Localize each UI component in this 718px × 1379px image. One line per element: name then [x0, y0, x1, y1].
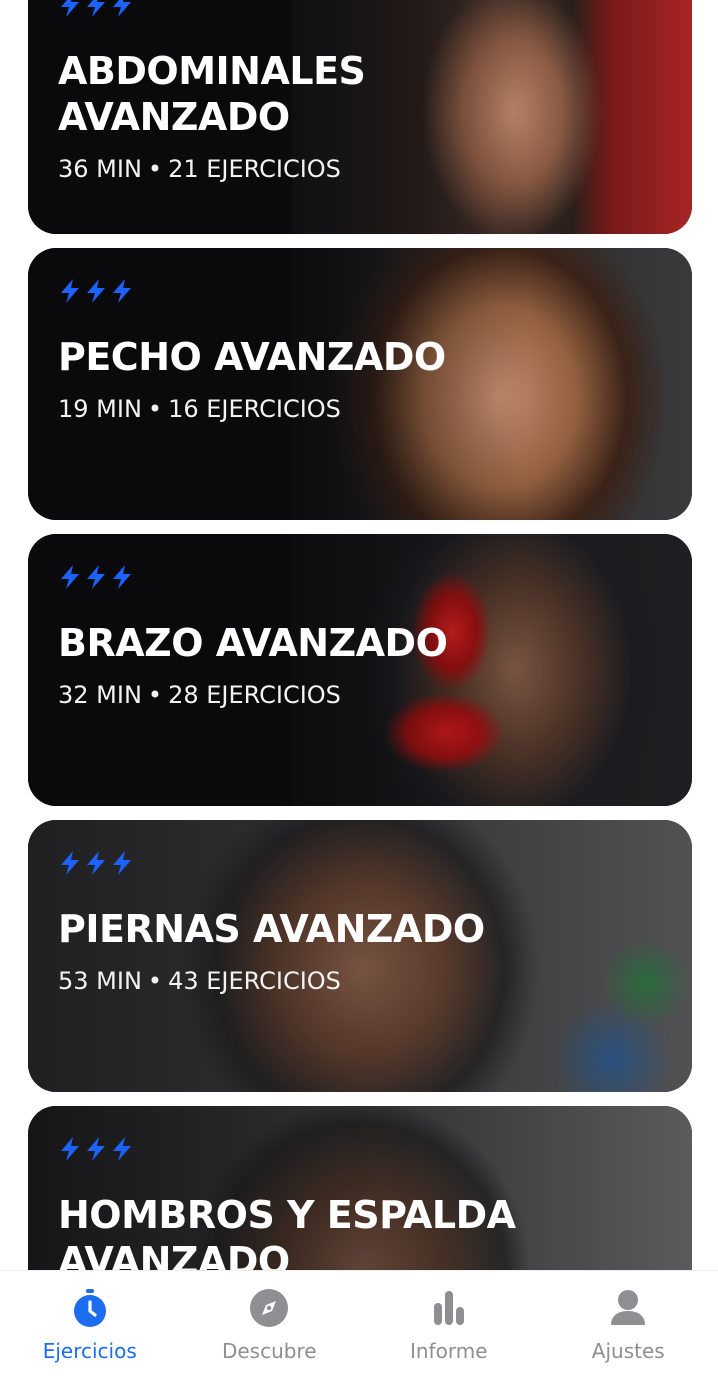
lightning-icon [58, 850, 82, 876]
lightning-icon [110, 0, 134, 18]
difficulty-indicator [58, 0, 134, 18]
lightning-icon [110, 278, 134, 304]
workout-card-pecho[interactable]: PECHO AVANZADO 19 MIN•16 EJERCICIOS [28, 248, 692, 520]
difficulty-indicator [58, 278, 134, 304]
nav-informe[interactable]: Informe [359, 1271, 539, 1379]
lightning-icon [84, 850, 108, 876]
workout-meta: 53 MIN•43 EJERCICIOS [58, 966, 341, 996]
workout-meta: 19 MIN•16 EJERCICIOS [58, 394, 341, 424]
lightning-icon [58, 564, 82, 590]
workout-title: ABDOMINALES AVANZADO [58, 48, 618, 140]
workout-title: PECHO AVANZADO [58, 334, 618, 380]
workout-meta: 32 MIN•28 EJERCICIOS [58, 680, 341, 710]
stopwatch-icon [69, 1287, 111, 1329]
workout-title: BRAZO AVANZADO [58, 620, 618, 666]
lightning-icon [110, 850, 134, 876]
lightning-icon [84, 278, 108, 304]
workout-title: PIERNAS AVANZADO [58, 906, 618, 952]
lightning-icon [110, 1136, 134, 1162]
workout-card-piernas[interactable]: PIERNAS AVANZADO 53 MIN•43 EJERCICIOS [28, 820, 692, 1092]
user-icon [607, 1287, 649, 1329]
nav-ajustes[interactable]: Ajustes [539, 1271, 718, 1379]
lightning-icon [110, 564, 134, 590]
workout-title: HOMBROS Y ESPALDA AVANZADO [58, 1192, 618, 1270]
lightning-icon [58, 1136, 82, 1162]
lightning-icon [58, 0, 82, 18]
workout-card-hombros-espalda[interactable]: HOMBROS Y ESPALDA AVANZADO [28, 1106, 692, 1270]
compass-icon [248, 1287, 290, 1329]
difficulty-indicator [58, 564, 134, 590]
lightning-icon [84, 0, 108, 18]
difficulty-indicator [58, 850, 134, 876]
lightning-icon [58, 278, 82, 304]
difficulty-indicator [58, 1136, 134, 1162]
nav-ejercicios[interactable]: Ejercicios [0, 1271, 180, 1379]
workout-list[interactable]: ABDOMINALES AVANZADO 36 MIN•21 EJERCICIO… [0, 0, 718, 1270]
bottom-navigation: Ejercicios Descubre Informe [0, 1270, 718, 1379]
workout-card-brazo[interactable]: BRAZO AVANZADO 32 MIN•28 EJERCICIOS [28, 534, 692, 806]
nav-descubre[interactable]: Descubre [180, 1271, 360, 1379]
lightning-icon [84, 1136, 108, 1162]
workout-meta: 36 MIN•21 EJERCICIOS [58, 154, 341, 184]
bar-chart-icon [428, 1287, 470, 1329]
lightning-icon [84, 564, 108, 590]
workout-card-abdominales[interactable]: ABDOMINALES AVANZADO 36 MIN•21 EJERCICIO… [28, 0, 692, 234]
